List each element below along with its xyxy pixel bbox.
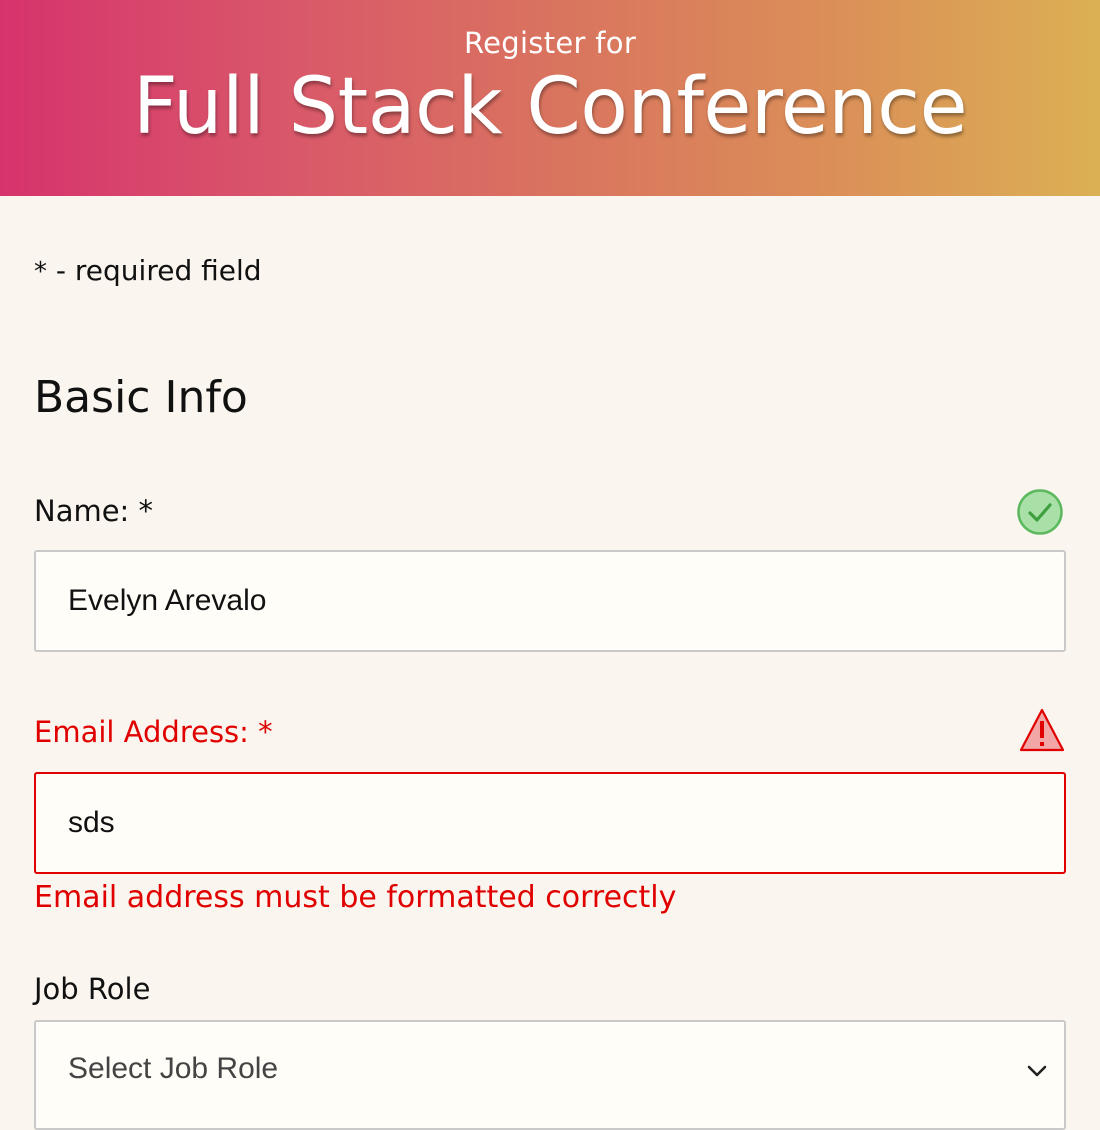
header-subtitle: Register for (463, 26, 637, 60)
name-label: Name: * (34, 494, 153, 528)
email-input[interactable]: sds (34, 772, 1066, 874)
header-title: Full Stack Conference (132, 62, 968, 152)
name-required-mark: * (138, 494, 154, 528)
email-label: Email Address: * (34, 715, 273, 749)
required-asterisk: * (34, 257, 47, 287)
section-title: Basic Info (34, 372, 248, 423)
checkmark-circle-icon (1017, 489, 1063, 535)
job-role-label: Job Role (34, 972, 151, 1006)
email-error-message: Email address must be formatted correctl… (34, 880, 677, 915)
name-input[interactable]: Evelyn Arevalo (34, 550, 1066, 652)
required-note-text: - required field (47, 254, 262, 287)
email-required-mark: * (258, 715, 273, 749)
required-field-note: * - required field (34, 254, 262, 287)
job-role-select[interactable]: Select Job Role (34, 1020, 1066, 1130)
warning-triangle-icon (1019, 708, 1065, 752)
name-label-text: Name: (34, 494, 139, 528)
email-label-text: Email Address: (34, 715, 259, 749)
job-role-selected: Select Job Role (68, 1052, 279, 1085)
page-header: Register for Full Stack Conference (0, 0, 1100, 196)
chevron-down-icon (1027, 1065, 1047, 1077)
